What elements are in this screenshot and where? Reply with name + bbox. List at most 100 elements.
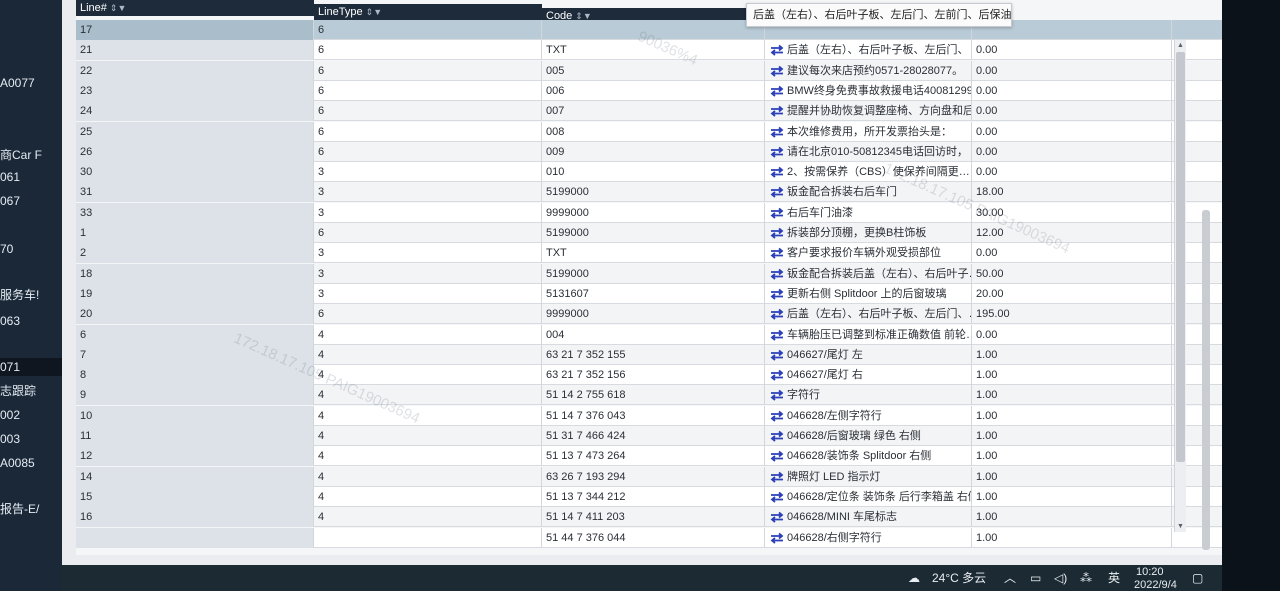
left-strip-item[interactable]: A0085 <box>0 454 62 472</box>
scroll-thumb[interactable] <box>1176 52 1185 462</box>
table-row[interactable]: 14 4 63 26 7 193 294 牌照灯 LED 指示灯 1.00 <box>76 466 1240 487</box>
cell-text: 请在北京010-50812345电话回访时， <box>787 145 968 158</box>
table-row[interactable]: 9 4 51 14 2 755 618 字符行 1.00 <box>76 385 1240 406</box>
table-row[interactable]: 25 6 008 本次维修费用，所开发票抬头是： 0.00 <box>76 121 1240 142</box>
sort-filter-icon[interactable]: ⇕▼ <box>110 3 126 13</box>
table-row[interactable]: 15 4 51 13 7 344 212 046628/定位条 装饰条 后行李箱盖 右… <box>76 486 1240 507</box>
swap-arrows-icon[interactable] <box>769 410 785 422</box>
column-header-linetype[interactable]: LineType ⇕▼ <box>314 4 542 20</box>
table-cell-code: TXT <box>542 243 765 264</box>
swap-arrows-icon[interactable] <box>769 308 785 320</box>
table-row[interactable]: 12 4 51 13 7 473 264 046628/装饰条 Splitdoor 右… <box>76 446 1240 467</box>
table-cell-desc: 046628/定位条 装饰条 后行李箱盖 右侧 <box>765 486 972 507</box>
table-row[interactable]: 19 3 5131607 更新右侧 Splitdoor 上的后窗玻璃 20.00 <box>76 283 1240 304</box>
table-row[interactable]: 26 6 009 请在北京010-50812345电话回访时， 0.00 <box>76 141 1240 162</box>
cell-text: 50.00 <box>976 267 1004 280</box>
cell-text: 20.00 <box>976 287 1004 300</box>
table-row[interactable]: 21 6 TXT 后盖（左右）、右后叶子板、左后门、 0.00 <box>76 40 1240 61</box>
table-cell-line: 19 <box>76 283 314 304</box>
table-row[interactable]: 24 6 007 提醒并协助恢复调整座椅、方向盘和后… 0.00 <box>76 101 1240 122</box>
cell-text: 字符行 <box>787 389 820 402</box>
cell-text: 0.00 <box>976 247 998 260</box>
swap-arrows-icon[interactable] <box>769 166 785 178</box>
chevron-up-icon[interactable]: ︿ <box>1004 565 1016 591</box>
cell-text: 1.00 <box>976 389 998 402</box>
volume-icon[interactable]: ◁) <box>1054 565 1067 591</box>
swap-arrows-icon[interactable] <box>769 146 785 158</box>
swap-arrows-icon[interactable] <box>769 65 785 77</box>
left-strip-item[interactable]: 商Car F <box>0 146 62 164</box>
left-strip-item[interactable]: 061 <box>0 168 62 186</box>
swap-arrows-icon[interactable] <box>769 329 785 341</box>
table-row[interactable]: 22 6 005 建议每次来店预约0571-28028077。 0.00 <box>76 60 1240 81</box>
cell-text: 4 <box>318 328 325 341</box>
cell-text: 2 <box>80 247 87 260</box>
swap-arrows-icon[interactable] <box>769 288 785 300</box>
left-strip-item[interactable]: 志跟踪 <box>0 382 62 400</box>
left-strip-item[interactable]: 报告-E/ <box>0 500 62 518</box>
table-row[interactable]: 51 44 7 376 044 046628/右侧字符行 1.00 <box>76 527 1240 548</box>
table-cell-type: 6 <box>314 60 542 81</box>
swap-arrows-icon[interactable] <box>769 430 785 442</box>
table-row[interactable]: 2 3 TXT 客户要求报价车辆外观受损部位 0.00 <box>76 243 1240 264</box>
left-strip-item[interactable]: 067 <box>0 192 62 210</box>
swap-arrows-icon[interactable] <box>769 44 785 57</box>
vertical-scrollbar[interactable]: ▲ ▼ <box>1174 40 1186 532</box>
weather-label[interactable]: 24°C 多云 <box>932 565 986 591</box>
swap-arrows-icon[interactable] <box>769 186 785 199</box>
left-strip-item[interactable]: A0077 <box>0 74 62 92</box>
swap-arrows-icon[interactable] <box>769 105 785 117</box>
weather-icon[interactable]: ☁ <box>908 565 920 591</box>
cell-text: 51 31 7 466 424 <box>546 430 626 442</box>
clock-date[interactable]: 2022/9/4 <box>1134 572 1177 591</box>
table-row[interactable]: 30 3 010 2、按需保养（CBS）使保养间隔更… 0.00 <box>76 162 1240 183</box>
sort-filter-icon[interactable]: ⇕▼ <box>366 7 382 17</box>
swap-arrows-icon[interactable] <box>769 349 785 361</box>
table-row[interactable]: 8 4 63 21 7 352 156 046627/尾灯 右 1.00 <box>76 365 1240 386</box>
swap-arrows-icon[interactable] <box>769 450 785 463</box>
left-strip-item[interactable]: 002 <box>0 406 62 424</box>
table-row[interactable]: 6 4 004 车辆胎压已调整到标准正确数值 前轮… 0.00 <box>76 324 1240 345</box>
table-row[interactable]: 1 6 5199000 拆装部分顶棚，更换B柱饰板 12.00 <box>76 223 1240 243</box>
swap-arrows-icon[interactable] <box>769 207 785 219</box>
swap-arrows-icon[interactable] <box>769 532 785 544</box>
swap-arrows-icon[interactable] <box>769 126 785 138</box>
swap-arrows-icon[interactable] <box>769 268 785 280</box>
table-cell-line: 14 <box>76 466 314 487</box>
table-row[interactable]: 7 4 63 21 7 352 155 046627/尾灯 左 1.00 <box>76 344 1240 365</box>
table-row[interactable]: 33 3 9999000 右后车门油漆 30.00 <box>76 202 1240 223</box>
table-row[interactable]: 10 4 51 14 7 376 043 046628/左侧字符行 1.00 <box>76 405 1240 426</box>
swap-arrows-icon[interactable] <box>769 491 785 503</box>
table-row[interactable]: 23 6 006 BMW终身免费事故救援电话40081299… 0.00 <box>76 80 1240 101</box>
left-strip-item[interactable]: 服务车! <box>0 286 62 304</box>
table-row[interactable]: 18 3 5199000 钣金配合拆装后盖（左右）、右后叶子… 50.00 <box>76 263 1240 284</box>
column-header-line[interactable]: Line# ⇕▼ <box>76 0 314 16</box>
table-row[interactable]: 20 6 9999000 后盖（左右）、右后叶子板、左后门、… 195.00 <box>76 304 1240 325</box>
cell-text: 1.00 <box>976 490 998 503</box>
left-strip-item[interactable]: 063 <box>0 312 62 330</box>
swap-arrows-icon[interactable] <box>769 247 785 260</box>
swap-arrows-icon[interactable] <box>769 511 785 523</box>
swap-arrows-icon[interactable] <box>769 227 785 239</box>
table-row[interactable]: 11 4 51 31 7 466 424 046628/后窗玻璃 绿色 右侧 1.00 <box>76 426 1240 446</box>
swap-arrows-icon[interactable] <box>769 471 785 483</box>
table-row[interactable]: 17 6 <box>76 20 1240 40</box>
table-cell-line: 2 <box>76 243 314 264</box>
swap-arrows-icon[interactable] <box>769 369 785 381</box>
network-icon[interactable]: ▭ <box>1030 565 1041 591</box>
cell-text: 12.00 <box>976 227 1004 239</box>
left-strip-item[interactable]: 003 <box>0 430 62 448</box>
input-method-icon[interactable]: ⁂ <box>1080 565 1092 591</box>
left-strip-item[interactable]: 071 <box>0 358 62 376</box>
table-cell-code: 63 21 7 352 155 <box>542 344 765 365</box>
window-scrollbar[interactable] <box>1202 210 1210 550</box>
table-row[interactable]: 16 4 51 14 7 411 203 046628/MINI 车尾标志 1.00 <box>76 507 1240 528</box>
notification-icon[interactable]: ▢ <box>1192 565 1203 591</box>
scroll-down-icon[interactable]: ▼ <box>1177 523 1184 530</box>
table-row[interactable]: 31 3 5199000 钣金配合拆装右后车门 18.00 <box>76 182 1240 203</box>
left-strip-item[interactable]: 70 <box>0 240 62 258</box>
scroll-up-icon[interactable]: ▲ <box>1177 42 1184 49</box>
ime-label[interactable]: 英 <box>1108 565 1120 591</box>
swap-arrows-icon[interactable] <box>769 85 785 97</box>
swap-arrows-icon[interactable] <box>769 389 785 402</box>
